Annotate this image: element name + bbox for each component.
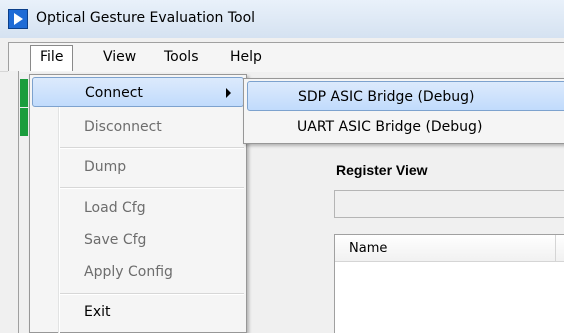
menu-item-label: Disconnect — [84, 119, 162, 135]
status-indicator-green — [20, 79, 28, 107]
column-header-name[interactable]: Name — [349, 241, 387, 256]
menu-item-apply-config[interactable]: Apply Config — [32, 257, 244, 287]
connect-submenu: SDP ASIC Bridge (Debug) UART ASIC Bridge… — [243, 78, 564, 144]
menu-item-connect[interactable]: Connect — [32, 77, 244, 107]
menu-item-save-cfg[interactable]: Save Cfg — [32, 225, 244, 255]
submenu-item-label: UART ASIC Bridge (Debug) — [297, 119, 483, 135]
menu-item-dump[interactable]: Dump — [32, 152, 244, 182]
menu-item-load-cfg[interactable]: Load Cfg — [32, 193, 244, 223]
file-dropdown-menu: Connect Disconnect Dump Load Cfg Save Cf… — [29, 74, 247, 333]
window-title: Optical Gesture Evaluation Tool — [36, 10, 256, 26]
menu-item-label: Connect — [85, 85, 143, 101]
submenu-item-label: SDP ASIC Bridge (Debug) — [298, 89, 475, 105]
app-logo-icon — [8, 9, 28, 29]
left-panel-edge — [8, 71, 19, 333]
app-window: Optical Gesture Evaluation Tool File Vie… — [0, 0, 564, 333]
submenu-item-sdp-asic-bridge[interactable]: SDP ASIC Bridge (Debug) — [247, 81, 564, 111]
menu-item-exit[interactable]: Exit — [32, 297, 244, 327]
register-view-title: Register View — [336, 162, 428, 178]
register-table-header: Name — [335, 235, 564, 262]
menu-bar: File View Tools Help — [0, 38, 564, 72]
register-table[interactable]: Name — [334, 234, 564, 333]
register-filter-field[interactable] — [334, 190, 564, 218]
submenu-arrow-icon — [226, 88, 231, 98]
menu-bar-frame — [8, 42, 564, 72]
menu-separator — [60, 293, 244, 295]
menu-item-label: Load Cfg — [84, 200, 146, 216]
menu-tools[interactable]: Tools — [156, 46, 207, 68]
menu-item-label: Dump — [84, 159, 127, 175]
menu-separator — [60, 187, 244, 189]
menu-view[interactable]: View — [95, 46, 144, 68]
title-bar: Optical Gesture Evaluation Tool — [0, 0, 564, 39]
menu-file[interactable]: File — [30, 45, 74, 71]
screen: Optical Gesture Evaluation Tool File Vie… — [0, 0, 564, 333]
status-indicator-green — [20, 108, 28, 136]
column-separator[interactable] — [555, 235, 556, 261]
menu-item-label: Exit — [84, 304, 111, 320]
menu-item-disconnect[interactable]: Disconnect — [32, 112, 244, 142]
menu-item-label: Save Cfg — [84, 232, 147, 248]
submenu-item-uart-asic-bridge[interactable]: UART ASIC Bridge (Debug) — [247, 112, 564, 142]
menu-help[interactable]: Help — [222, 46, 270, 68]
menu-separator — [60, 147, 244, 149]
menu-item-label: Apply Config — [84, 264, 173, 280]
